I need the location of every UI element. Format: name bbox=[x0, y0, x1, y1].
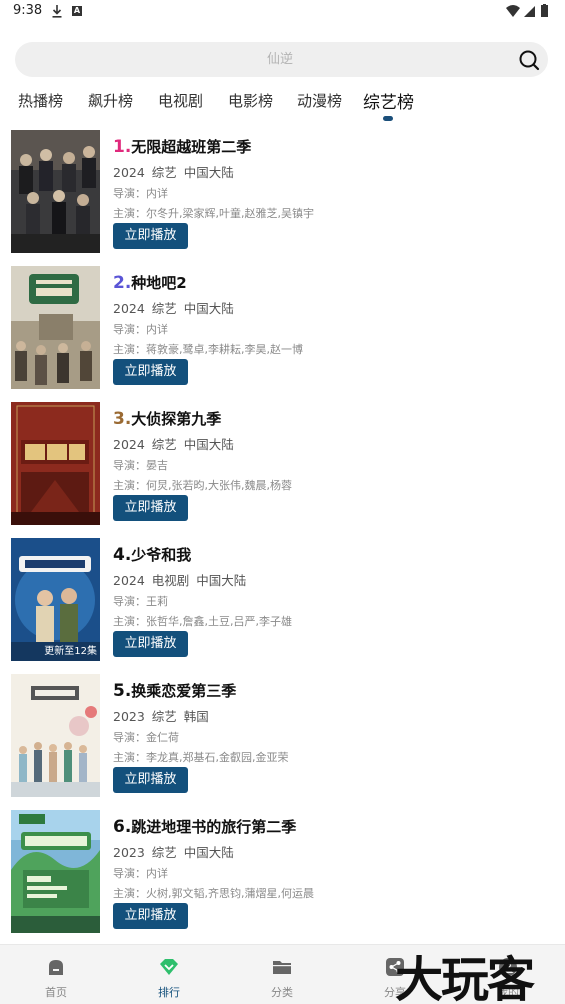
wifi-icon bbox=[506, 5, 520, 17]
item-meta: 2023 综艺 韩国 bbox=[113, 709, 209, 724]
item-actors: 主演：蒋敦豪,鹭卓,李耕耘,李昊,赵一博 bbox=[113, 343, 303, 356]
item-meta: 2023 综艺 中国大陆 bbox=[113, 845, 234, 860]
poster-image[interactable] bbox=[11, 810, 100, 933]
poster-image[interactable] bbox=[11, 674, 100, 797]
item-director: 导演：内详 bbox=[113, 867, 168, 880]
search-bar[interactable] bbox=[15, 42, 548, 77]
item-meta: 2024 综艺 中国大陆 bbox=[113, 301, 234, 316]
item-director: 导演：内详 bbox=[113, 187, 168, 200]
list-item[interactable]: 6.跳进地理书的旅行第二季 2023 综艺 中国大陆 导演：内详 主演：火树,郭… bbox=[0, 810, 565, 934]
list-item[interactable]: 3.大侦探第九季 2024 综艺 中国大陆 导演：晏吉 主演：何炅,张若昀,大张… bbox=[0, 402, 565, 526]
play-now-button[interactable]: 立即播放 bbox=[113, 767, 188, 793]
rank-number: 1. bbox=[113, 137, 132, 157]
signal-icon bbox=[524, 6, 535, 17]
item-meta: 2024 电视剧 中国大陆 bbox=[113, 573, 247, 588]
a-icon: A bbox=[72, 6, 82, 16]
list-item[interactable]: 1.无限超越班第二季 2024 综艺 中国大陆 导演：内详 主演：尔冬升,梁家辉… bbox=[0, 130, 565, 254]
title-text: 大侦探第九季 bbox=[131, 410, 222, 428]
tab-variety[interactable]: 综艺榜 bbox=[363, 88, 414, 113]
tab-anime[interactable]: 动漫榜 bbox=[297, 90, 342, 111]
item-title[interactable]: 6.跳进地理书的旅行第二季 bbox=[113, 816, 296, 837]
item-title[interactable]: 3.大侦探第九季 bbox=[113, 408, 221, 429]
nav-rank[interactable]: 排行 bbox=[119, 945, 219, 1004]
item-actors: 主演：李龙真,郑基石,金叡园,金亚荣 bbox=[113, 751, 289, 764]
tab-indicator bbox=[383, 116, 393, 121]
nav-label: 首页 bbox=[45, 986, 67, 999]
status-icons bbox=[506, 4, 548, 17]
rank-number: 5. bbox=[113, 681, 132, 701]
status-bar: 9:38 A bbox=[0, 0, 565, 24]
poster-image[interactable] bbox=[11, 402, 100, 525]
folder-icon bbox=[273, 961, 291, 974]
item-actors: 主演：尔冬升,梁家辉,叶童,赵雅芝,吴镇宇 bbox=[113, 207, 314, 220]
play-now-button[interactable]: 立即播放 bbox=[113, 495, 188, 521]
nav-category[interactable]: 分类 bbox=[232, 945, 332, 1004]
title-text: 跳进地理书的旅行第二季 bbox=[131, 818, 297, 836]
item-director: 导演：晏吉 bbox=[113, 459, 168, 472]
home-icon bbox=[49, 960, 63, 975]
item-actors: 主演：何炅,张若昀,大张伟,魏晨,杨蓉 bbox=[113, 479, 292, 492]
rank-icon bbox=[160, 959, 178, 975]
play-now-button[interactable]: 立即播放 bbox=[113, 631, 188, 657]
item-title[interactable]: 2.种地吧2 bbox=[113, 272, 187, 293]
play-now-button[interactable]: 立即播放 bbox=[113, 903, 188, 929]
list-item[interactable]: 更新至12集 4.少爷和我 2024 电视剧 中国大陆 导演：王莉 主演：张哲华… bbox=[0, 538, 565, 662]
title-text: 少爷和我 bbox=[131, 546, 192, 564]
download-icon bbox=[52, 5, 62, 18]
tab-hot[interactable]: 热播榜 bbox=[18, 90, 63, 111]
play-now-button[interactable]: 立即播放 bbox=[113, 223, 188, 249]
item-title[interactable]: 4.少爷和我 bbox=[113, 544, 191, 565]
rank-number: 3. bbox=[113, 409, 132, 429]
watermark-logo: 大玩客 bbox=[395, 952, 535, 1004]
tab-movie[interactable]: 电影榜 bbox=[228, 90, 273, 111]
rank-number: 6. bbox=[113, 817, 132, 837]
rank-number: 4. bbox=[113, 545, 132, 565]
tab-tv[interactable]: 电视剧 bbox=[158, 90, 203, 111]
item-title[interactable]: 1.无限超越班第二季 bbox=[113, 136, 251, 157]
search-input[interactable] bbox=[15, 42, 505, 77]
nav-label: 分类 bbox=[271, 986, 293, 999]
title-text: 换乘恋爱第三季 bbox=[131, 682, 237, 700]
item-actors: 主演：张哲华,詹鑫,土豆,吕严,李子雄 bbox=[113, 615, 292, 628]
item-director: 导演：内详 bbox=[113, 323, 168, 336]
rank-number: 2. bbox=[113, 273, 132, 293]
rank-tabs: 热播榜 飙升榜 电视剧 电影榜 动漫榜 综艺榜 bbox=[0, 84, 565, 120]
update-badge: 更新至12集 bbox=[44, 646, 97, 657]
poster-image[interactable] bbox=[11, 266, 100, 389]
title-text: 无限超越班第二季 bbox=[131, 138, 252, 156]
tab-rising[interactable]: 飙升榜 bbox=[88, 90, 133, 111]
list-item[interactable]: 2.种地吧2 2024 综艺 中国大陆 导演：内详 主演：蒋敦豪,鹭卓,李耕耘,… bbox=[0, 266, 565, 390]
nav-home[interactable]: 首页 bbox=[6, 945, 106, 1004]
status-time: 9:38 bbox=[13, 3, 43, 18]
play-now-button[interactable]: 立即播放 bbox=[113, 359, 188, 385]
item-meta: 2024 综艺 中国大陆 bbox=[113, 165, 234, 180]
nav-label: 排行 bbox=[158, 986, 180, 999]
search-icon[interactable] bbox=[518, 49, 540, 71]
item-meta: 2024 综艺 中国大陆 bbox=[113, 437, 234, 452]
poster-image[interactable] bbox=[11, 130, 100, 253]
battery-icon bbox=[541, 4, 548, 17]
item-title[interactable]: 5.换乘恋爱第三季 bbox=[113, 680, 236, 701]
list-item[interactable]: 5.换乘恋爱第三季 2023 综艺 韩国 导演：金仁荷 主演：李龙真,郑基石,金… bbox=[0, 674, 565, 798]
poster-image[interactable]: 更新至12集 bbox=[11, 538, 100, 661]
item-director: 导演：金仁荷 bbox=[113, 731, 179, 744]
item-director: 导演：王莉 bbox=[113, 595, 168, 608]
item-actors: 主演：火树,郭文韬,齐思钧,蒲熠星,何运晨 bbox=[113, 887, 314, 900]
title-text: 种地吧2 bbox=[131, 274, 187, 292]
